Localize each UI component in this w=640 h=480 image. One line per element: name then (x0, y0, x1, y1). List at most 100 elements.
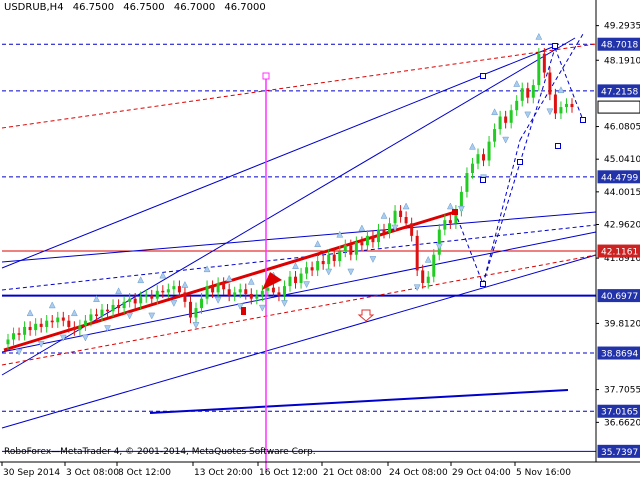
candle-body (238, 289, 242, 293)
x-tick-label: 24 Oct 08:00 (389, 468, 448, 478)
candle-body (299, 273, 303, 283)
candle-body (83, 320, 87, 326)
candle-body (531, 85, 535, 98)
candle-body (194, 308, 198, 318)
y-tick-label: 46.0805 (604, 123, 640, 133)
candle-body (61, 317, 65, 321)
level-price-label: 48.7018 (601, 41, 638, 51)
candle-body (161, 290, 165, 293)
candle-body (28, 326, 32, 331)
candle-body (227, 289, 231, 296)
blue-anchor-square (555, 143, 561, 149)
fractal-down-icon (524, 111, 532, 119)
y-tick-label: 36.6620 (604, 418, 640, 428)
candle-body (200, 298, 204, 309)
candle-body (188, 301, 192, 318)
candle-body (338, 251, 342, 261)
fractal-up-icon (557, 86, 565, 94)
x-tick-label: 3 Oct 08:00 (66, 468, 119, 478)
candle-body (133, 298, 137, 304)
fractal-up-icon (137, 276, 145, 284)
candle-body (443, 220, 447, 230)
fractal-up-icon (292, 262, 299, 269)
candle-body (139, 297, 143, 304)
candle-body (504, 116, 508, 123)
candle-body (211, 286, 215, 293)
level-price-label: 42.1161 (601, 248, 638, 258)
price-chart[interactable]: 49.2935 48.1910 46.0805 45.0410 44.0015 42.96… (0, 0, 640, 480)
candle-body (78, 325, 82, 331)
candle-body (233, 292, 237, 296)
fractal-down-icon (126, 312, 134, 320)
x-tick-label: 13 Oct 20:00 (194, 468, 253, 478)
level-price-label: 35.7397 (601, 448, 638, 458)
candle-body (426, 276, 430, 283)
y-tick-label: 37.7055 (604, 386, 640, 396)
candle-body (376, 229, 380, 243)
x-tick-label: 8 Oct 12:00 (118, 468, 171, 478)
candle-body (448, 220, 452, 224)
fractal-up-icon (380, 211, 388, 219)
candle-body (166, 289, 170, 293)
candle-body (288, 276, 292, 287)
fractal-up-icon (314, 240, 322, 247)
fractal-up-icon (203, 265, 211, 273)
fractal-down-icon (281, 300, 288, 307)
candle-body (244, 289, 248, 294)
trend-line (1, 45, 556, 269)
candle-body (349, 245, 353, 255)
fractal-down-icon (170, 300, 178, 307)
x-tick-label: 29 Oct 04:00 (452, 468, 511, 478)
fractal-up-icon (446, 202, 454, 210)
candle-body (498, 116, 502, 130)
candle-body (294, 276, 298, 283)
candle-body (94, 314, 98, 316)
level-price-label: 37.0165 (601, 408, 638, 418)
candle-body (316, 260, 320, 271)
trend-line (1, 211, 597, 263)
candle-body (6, 339, 10, 345)
candle-body (310, 267, 314, 271)
x-tick-label: 21 Oct 08:00 (323, 468, 382, 478)
blue-anchor-square (580, 117, 586, 123)
trend-line (149, 389, 569, 414)
fractal-down-icon (15, 348, 23, 356)
candle-body (343, 245, 347, 252)
fractal-up-icon (358, 224, 366, 232)
fractal-down-icon (82, 334, 89, 342)
candle-body (332, 254, 336, 261)
fractal-down-icon (347, 268, 355, 276)
fractal-down-icon (214, 296, 222, 304)
candle-body (564, 103, 568, 108)
candle-body (222, 282, 226, 290)
fractal-up-icon (70, 309, 78, 317)
fractal-up-icon (48, 301, 56, 309)
y-tick-label: 45.0410 (604, 155, 640, 165)
fractal-down-icon (325, 268, 333, 276)
candle-body (542, 53, 546, 73)
candle-body (354, 242, 358, 255)
candle-body (393, 210, 397, 224)
blue-anchor-square (480, 281, 486, 287)
level-price-label: 40.6977 (601, 292, 638, 302)
y-tick-label: 44.0015 (604, 188, 640, 198)
fractal-down-icon (192, 322, 200, 329)
candle-body (559, 107, 563, 114)
candle-body (177, 286, 181, 293)
candle-body (388, 223, 392, 233)
fractal-up-icon (181, 280, 189, 288)
fractal-up-icon (491, 108, 498, 116)
level-price-label: 47.2158 (601, 87, 638, 97)
x-tick-label: 30 Sep 2014 (3, 468, 60, 478)
candle-body (271, 287, 275, 293)
candle-body (249, 293, 253, 299)
y-tick-label: 42.9620 (604, 220, 640, 230)
chart-header: USDRUB,H4 46.7500 46.7500 46.7000 46.700… (4, 2, 272, 13)
candle-body (12, 333, 16, 340)
fractal-up-icon (469, 142, 476, 150)
candle-body (117, 304, 121, 309)
candle-body (476, 154, 480, 164)
level-price-label: 38.8694 (601, 350, 638, 360)
candle-body (39, 323, 43, 327)
candle-body (305, 267, 309, 274)
